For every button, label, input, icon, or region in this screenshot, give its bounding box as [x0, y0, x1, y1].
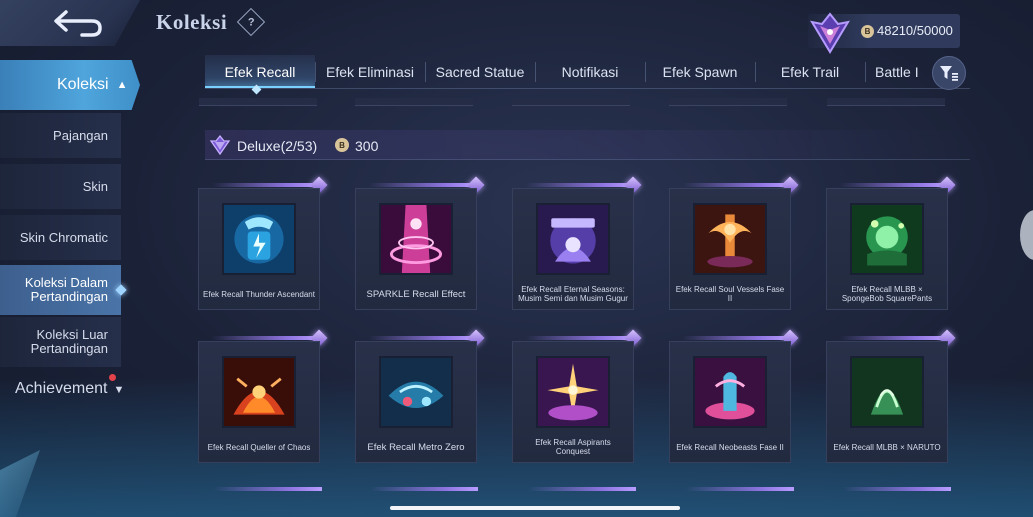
card-name: Efek Recall Neobeasts Fase II [676, 442, 784, 452]
rank-emblem-icon [809, 12, 851, 54]
page-title: Koleksi [156, 10, 228, 34]
chevron-down-icon: ▼ [113, 384, 125, 396]
card-name: Efek Recall Soul Vessels Fase II [675, 285, 785, 303]
section-header [205, 130, 970, 160]
sidebar-item-label: Skin [82, 178, 108, 194]
tab-efek-trail[interactable]: Efek Trail [755, 55, 865, 88]
next-row-stub [528, 487, 636, 491]
sidebar-item-label: Pajangan [53, 127, 108, 143]
recall-effect-card[interactable]: Efek Recall Eternal Seasons: Musim Semi … [512, 188, 634, 310]
card-artwork [850, 203, 924, 275]
section-price: 300 [355, 138, 379, 154]
card-ribbon [369, 336, 477, 340]
tab-efek-recall[interactable]: Efek Recall [205, 55, 315, 88]
card-ribbon [840, 336, 948, 340]
card-ribbon [369, 183, 477, 187]
card-artwork [850, 356, 924, 428]
next-row-stub [686, 487, 794, 491]
card-name: Efek Recall Thunder Ascendant [203, 289, 315, 299]
previous-row-stub [199, 98, 317, 106]
card-ribbon [212, 183, 320, 187]
card-artwork [536, 356, 610, 428]
next-row-stub [843, 487, 951, 491]
recall-effect-card[interactable]: Efek Recall MLBB × SpongeBob SquarePants [826, 188, 948, 310]
card-artwork [693, 203, 767, 275]
next-row-stub [370, 487, 478, 491]
sidebar-item-koleksi-luar-pertandingan[interactable]: Koleksi Luar Pertandingan [0, 317, 121, 367]
card-ribbon [212, 336, 320, 340]
sidebar-item-koleksi-dalam-pertandingan[interactable]: Koleksi Dalam Pertandingan [0, 265, 121, 315]
sidebar-item-label: Koleksi Luar Pertandingan [30, 327, 108, 356]
sidebar-item-label: Achievement [15, 380, 108, 397]
previous-row-stub [827, 98, 945, 106]
card-ribbon [526, 183, 634, 187]
recall-effect-card[interactable]: Efek Recall MLBB × NARUTO [826, 341, 948, 463]
previous-row-stub [512, 98, 630, 106]
battle-point-icon: B [861, 25, 874, 38]
sidebar-item-pajangan[interactable]: Pajangan [0, 113, 121, 158]
deluxe-gem-icon [209, 134, 231, 156]
card-name: Efek Recall MLBB × NARUTO [833, 442, 941, 452]
card-artwork [222, 356, 296, 428]
back-arrow-icon [54, 10, 102, 37]
previous-row-stub [669, 98, 787, 106]
tab-notifikasi[interactable]: Notifikasi [535, 55, 645, 88]
card-ribbon [526, 336, 634, 340]
previous-row-stub [355, 98, 473, 106]
card-artwork [536, 203, 610, 275]
recall-effect-card[interactable]: Efek Recall Aspirants Conquest [512, 341, 634, 463]
sidebar-item-label: Koleksi [57, 76, 109, 93]
sidebar-item-label: Skin Chromatic [19, 229, 108, 245]
card-name: SPARKLE Recall Effect [366, 288, 466, 300]
home-indicator[interactable] [390, 506, 680, 510]
back-button[interactable] [0, 0, 140, 46]
recall-effect-card[interactable]: Efek Recall Thunder Ascendant [198, 188, 320, 310]
card-ribbon [683, 183, 791, 187]
card-name: Efek Recall Queller of Chaos [207, 442, 311, 452]
recall-effect-card[interactable]: Efek Recall Neobeasts Fase II [669, 341, 791, 463]
sidebar-item-achievement[interactable]: Achievement ▼ [15, 380, 124, 398]
help-icon[interactable]: ? [236, 7, 266, 37]
tab-efek-eliminasi[interactable]: Efek Eliminasi [315, 55, 425, 88]
sidebar-item-skin-chromatic[interactable]: Skin Chromatic [0, 215, 121, 260]
sidebar-item-label: Koleksi Dalam Pertandingan [24, 275, 108, 304]
card-name: Efek Recall Metro Zero [367, 441, 465, 453]
tab-efek-spawn[interactable]: Efek Spawn [645, 55, 755, 88]
tab-bar: Efek Recall Efek Eliminasi Sacred Statue… [205, 55, 970, 89]
filter-icon [940, 66, 958, 81]
currency-value: 48210/50000 [877, 23, 953, 38]
decorative-shard [0, 450, 40, 517]
recall-effect-card[interactable]: Efek Recall Soul Vessels Fase II [669, 188, 791, 310]
recall-effect-card[interactable]: Efek Recall Queller of Chaos [198, 341, 320, 463]
tab-sacred-statue[interactable]: Sacred Statue [425, 55, 535, 88]
tab-battle[interactable]: Battle I [865, 55, 925, 88]
card-artwork [379, 356, 453, 428]
next-row-stub [214, 487, 322, 491]
notification-dot [109, 374, 116, 381]
battle-point-icon: B [335, 138, 349, 152]
card-ribbon [840, 183, 948, 187]
sidebar-item-skin[interactable]: Skin [0, 164, 121, 209]
card-name: Efek Recall MLBB × SpongeBob SquarePants [841, 285, 933, 303]
card-ribbon [683, 336, 791, 340]
chevron-up-icon: ▲ [116, 79, 128, 91]
section-title: Deluxe(2/53) [237, 138, 318, 154]
filter-button[interactable] [932, 56, 966, 90]
card-artwork [222, 203, 296, 275]
sidebar-item-koleksi[interactable]: Koleksi ▲ [0, 60, 140, 110]
recall-effect-card[interactable]: SPARKLE Recall Effect [355, 188, 477, 310]
recall-effect-card[interactable]: Efek Recall Metro Zero [355, 341, 477, 463]
card-name: Efek Recall Eternal Seasons: Musim Semi … [518, 285, 628, 303]
side-handle[interactable] [1020, 210, 1033, 260]
card-name: Efek Recall Aspirants Conquest [535, 438, 611, 456]
card-artwork [379, 203, 453, 275]
card-artwork [693, 356, 767, 428]
